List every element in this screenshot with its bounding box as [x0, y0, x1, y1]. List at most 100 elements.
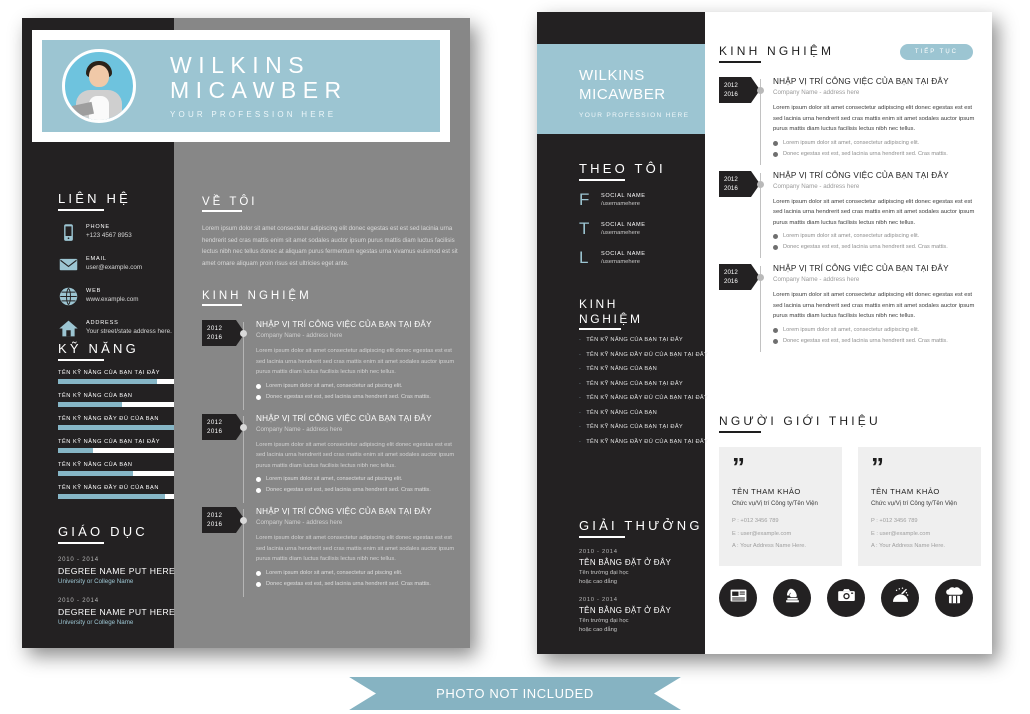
globe-icon — [58, 286, 79, 307]
experience-entry: 2012 2016 NHẬP VỊ TRÍ CÔNG VIỆC CỦA BẠN … — [202, 320, 460, 409]
education-item: 2010 - 2014 DEGREE NAME PUT HERE Univers… — [58, 598, 176, 626]
experience-bullet: Donec egestas est est, sed lacinia urna … — [773, 151, 981, 157]
contact-value-email: user@example.com — [86, 264, 143, 271]
experience-bullet-text: Lorem ipsum dolor sit amet, consectetur … — [266, 569, 403, 576]
travel-plane-icon — [891, 586, 910, 610]
reference-name: TÊN THAM KHẢO — [732, 487, 801, 496]
reference-email: E : user@example.com — [871, 530, 931, 537]
reference-role: Chức vụ/Vị trí Công ty/Tên Viện — [732, 500, 818, 507]
reference-phone: P : +012 3456 789 — [732, 518, 779, 524]
experience-bullet-text: Donec egestas est est, sed lacinia urna … — [783, 244, 948, 250]
linkedin-letter-icon: L — [579, 248, 589, 267]
page2-skill-item: · TÊN KỸ NĂNG CỦA BẠN TẠI ĐÂY — [579, 380, 709, 389]
page1-header-band: WILKINS MICAWBER YOUR PROFESSION HERE — [42, 40, 440, 132]
bullet-dot-icon — [256, 570, 261, 576]
experience-bullet-text: Lorem ipsum dolor sit amet, consectetur … — [783, 139, 920, 146]
experience-bullet: Donec egestas est est, sed lacinia urna … — [773, 338, 981, 344]
page1-header: WILKINS MICAWBER YOUR PROFESSION HERE — [32, 30, 450, 142]
bullet-dash-icon: · — [579, 438, 582, 445]
timeline-dot — [240, 517, 247, 524]
quote-icon: ” — [732, 452, 745, 482]
social-name: SOCIAL NAME — [601, 222, 646, 228]
page1-name-line2: MICAWBER — [170, 77, 348, 103]
experience-description: Lorem ipsum dolor sit amet consectetur a… — [773, 292, 975, 319]
skill-bar-fill — [58, 448, 93, 453]
contact-section: LIÊN HỆ PHONE +123 4567 8953 EMAIL user@… — [58, 190, 174, 339]
awards-section: GIẢI THƯỞNG 2010 - 2014 TÊN BẰNG ĐẶT Ở Đ… — [579, 517, 705, 634]
reference-role: Chức vụ/Vị trí Công ty/Tên Viện — [871, 500, 957, 507]
bullet-dash-icon: · — [579, 351, 582, 358]
envelope-icon — [58, 254, 79, 275]
contact-row-phone: PHONE +123 4567 8953 — [58, 222, 174, 243]
contact-value-address: Your street/state address here. — [86, 328, 172, 335]
references-title: NGƯỜI GIỚI THIỆU — [719, 414, 881, 433]
award-item: 2010 - 2014 TÊN BẰNG ĐẶT Ở ĐÂY Tên trườn… — [579, 549, 705, 586]
experience-date-badge: 2012 2016 — [719, 264, 760, 290]
skill-bar-track — [58, 448, 174, 453]
experience-bullet-text: Lorem ipsum dolor sit amet, consectetur … — [266, 382, 403, 389]
hobbies-section — [719, 579, 973, 617]
skill-bar-fill — [58, 402, 122, 407]
bullet-dash-icon: · — [579, 380, 582, 387]
contact-title: LIÊN HỆ — [58, 191, 131, 211]
page2-skill-item: · TÊN KỸ NĂNG ĐẦY ĐỦ CỦA BẠN TẠI ĐÂY — [579, 394, 709, 403]
experience-role: NHẬP VỊ TRÍ CÔNG VIỆC CỦA BẠN TẠI ĐÂY — [256, 413, 432, 423]
award-school: Tên trường đại học hoặc cao đẳng — [579, 618, 629, 633]
page2-skill-label: TÊN KỸ NĂNG ĐẦY ĐỦ CỦA BẠN TẠI ĐÂY — [586, 438, 709, 445]
experience-date-badge: 2012 2016 — [202, 507, 245, 533]
bullet-dash-icon: · — [579, 424, 582, 430]
skill-bar-track — [58, 471, 174, 476]
page2-skill-label: TÊN KỸ NĂNG CỦA BẠN — [586, 366, 658, 372]
twitter-letter-icon: T — [579, 219, 590, 238]
experience-year-to: 2016 — [207, 334, 223, 341]
facebook-letter-icon: F — [579, 190, 590, 209]
award-years: 2010 - 2014 — [579, 549, 618, 555]
bullet-dot-icon — [256, 488, 261, 493]
reference-address: A : Your Address Name Here. — [871, 543, 945, 549]
contact-label-email: EMAIL — [86, 256, 107, 262]
page2-skill-label: TÊN KỸ NĂNG CỦA BẠN TẠI ĐÂY — [586, 337, 684, 343]
skill-bar-fill — [58, 425, 174, 430]
follow-title: THEO TÔI — [579, 161, 666, 181]
hobby-newspaper[interactable] — [719, 579, 757, 617]
about-title: VỀ TÔI — [202, 196, 258, 212]
skill-label: TÊN KỸ NĂNG ĐẦY ĐỦ CỦA BẠN — [58, 416, 159, 422]
chef-hat-icon — [945, 586, 964, 610]
social-row[interactable]: T SOCIAL NAME /usernamehere — [579, 219, 699, 239]
education-degree: DEGREE NAME PUT HERE — [58, 607, 176, 617]
camera-icon — [837, 586, 856, 610]
references-section: NGƯỜI GIỚI THIỆU ” TÊN THAM KHẢO Chức vụ… — [719, 412, 981, 566]
hobby-travel[interactable] — [881, 579, 919, 617]
experience-bullet-text: Donec egestas est est, sed lacinia urna … — [266, 393, 431, 400]
reference-email: E : user@example.com — [732, 530, 792, 537]
experience-bullet: Donec egestas est est, sed lacinia urna … — [256, 581, 460, 587]
education-school: University or College Name — [58, 619, 134, 626]
skill-bar-fill — [58, 379, 157, 384]
skill-bar-track — [58, 379, 174, 384]
social-row[interactable]: L SOCIAL NAME /usernamehere — [579, 248, 699, 268]
hobby-camera[interactable] — [827, 579, 865, 617]
page2-experience-title: KINH NGHIỆM — [719, 44, 834, 63]
experience-description: Lorem ipsum dolor sit amet consectetur a… — [256, 535, 455, 562]
award-item: 2010 - 2014 TÊN BẰNG ĐẶT Ở ĐÂY Tên trườn… — [579, 597, 705, 634]
skill-row: TÊN KỸ NĂNG ĐẦY ĐỦ CỦA BẠN — [58, 416, 174, 430]
experience-date-badge: 2012 2016 — [202, 413, 245, 440]
experience-bullet-text: Donec egestas est est, sed lacinia urna … — [266, 487, 431, 493]
experience-bullet-text: Lorem ipsum dolor sit amet, consectetur … — [783, 233, 920, 239]
contact-row-email: EMAIL user@example.com — [58, 254, 174, 275]
hobby-cooking[interactable] — [935, 579, 973, 617]
experience-role: NHẬP VỊ TRÍ CÔNG VIỆC CỦA BẠN TẠI ĐÂY — [256, 507, 432, 516]
hobby-chess[interactable] — [773, 579, 811, 617]
experience-company: Company Name - address here — [773, 182, 860, 190]
experience-description: Lorem ipsum dolor sit amet consectetur a… — [256, 441, 455, 469]
resume-template-preview: WILKINS MICAWBER YOUR PROFESSION HERE LI… — [0, 0, 1030, 714]
experience-bullet: Lorem ipsum dolor sit amet, consectetur … — [256, 570, 460, 576]
continue-badge[interactable]: TIẾP TỤC — [899, 44, 973, 60]
timeline-dot — [757, 274, 764, 281]
page2-skill-item: · TÊN KỸ NĂNG CỦA BẠN — [579, 409, 709, 418]
social-row[interactable]: F SOCIAL NAME /usernamehere — [579, 190, 699, 210]
reference-address: A : Your Address Name Here. — [732, 543, 806, 549]
photo-disclaimer-ribbon: PHOTO NOT INCLUDED — [349, 677, 681, 710]
timeline-dot — [240, 330, 247, 337]
bullet-dot-icon — [773, 151, 778, 157]
